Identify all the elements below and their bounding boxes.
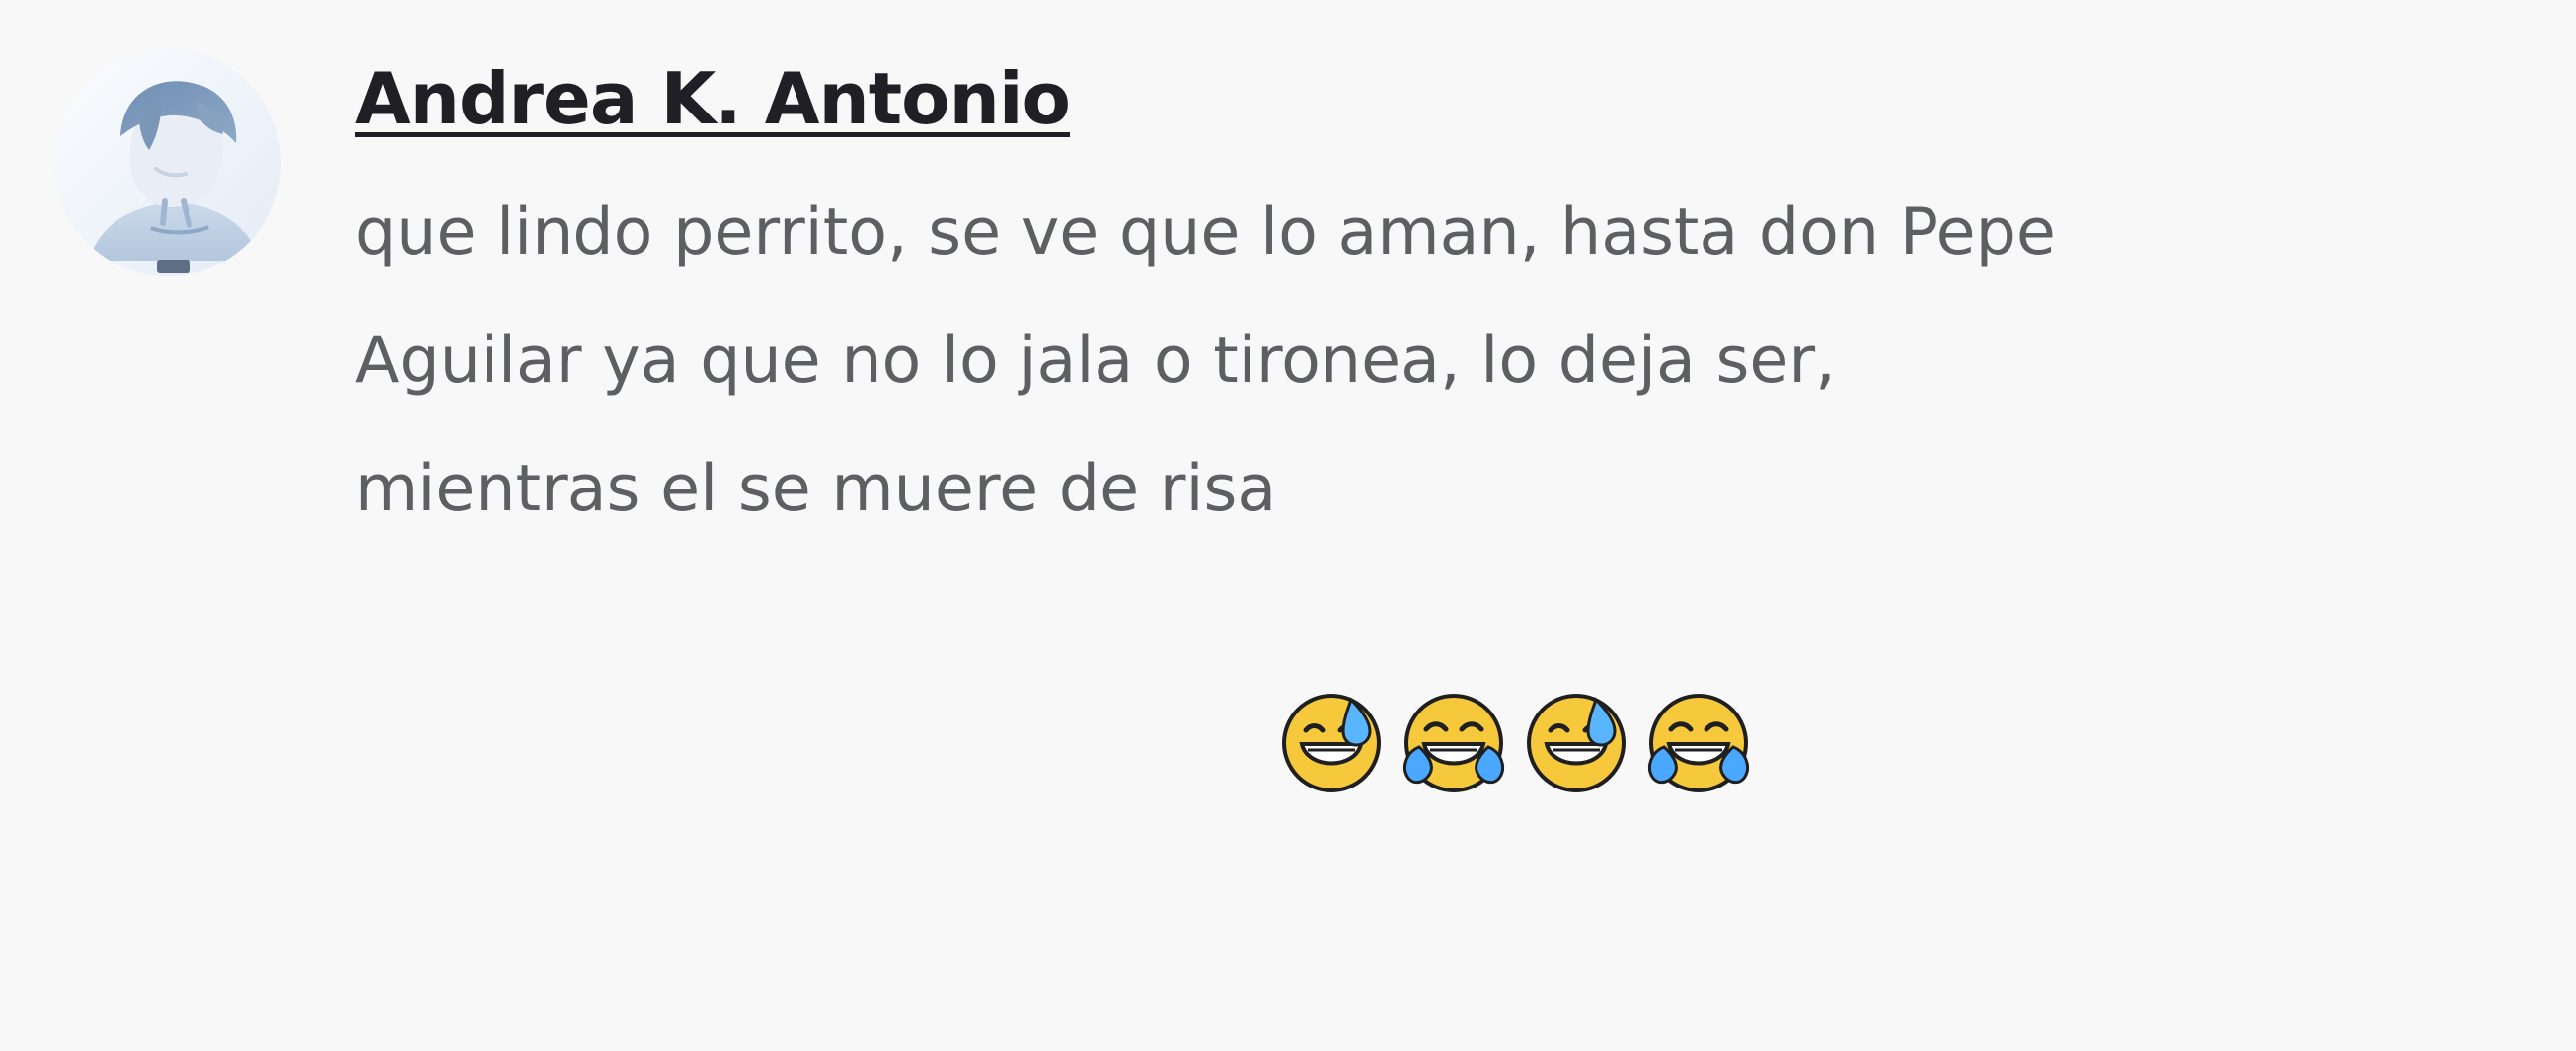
comment-line-1: que lindo perrito, se ve que lo aman, ha… xyxy=(355,194,2056,269)
grinning-face-with-sweat-icon xyxy=(1525,435,1628,792)
face-with-tears-of-joy-icon xyxy=(1402,435,1505,792)
comment-line-3: mientras el se muere de risa xyxy=(355,451,1277,526)
author-name[interactable]: Andrea K. Antonio xyxy=(355,57,1071,141)
face-with-tears-of-joy-icon xyxy=(1647,435,1750,792)
comment-text: que lindo perrito, se ve que lo aman, ha… xyxy=(355,169,2537,792)
comment-line-2: Aguilar ya que no lo jala o tironea, lo … xyxy=(355,323,1836,398)
emoji-group xyxy=(1280,435,1750,792)
grinning-face-with-sweat-icon xyxy=(1280,435,1383,792)
comment-content: Andrea K. Antonio que lindo perrito, se … xyxy=(355,57,2537,792)
comment-card: Andrea K. Antonio que lindo perrito, se … xyxy=(0,0,2576,792)
avatar[interactable] xyxy=(54,49,281,276)
